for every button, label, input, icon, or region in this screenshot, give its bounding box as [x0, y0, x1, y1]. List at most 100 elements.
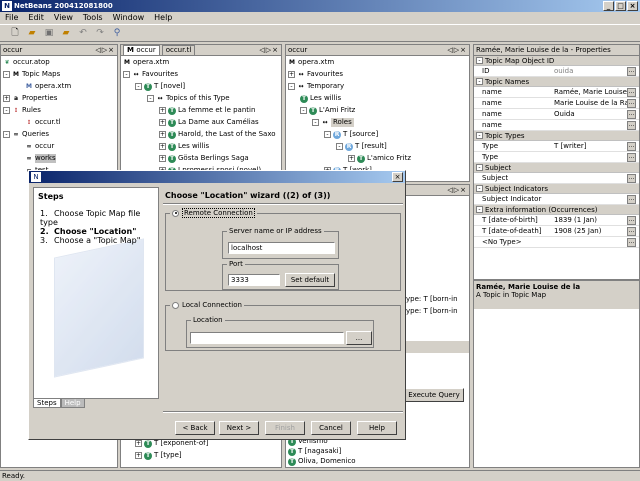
property-row[interactable]: nameRamée, Marie Louise de… [474, 87, 639, 98]
panel-controls-icon[interactable]: ◁▷× [95, 46, 115, 54]
tab-occur[interactable]: M occur [123, 45, 160, 55]
expand-icon[interactable]: + [159, 119, 166, 126]
menu-view[interactable]: View [49, 12, 78, 24]
tree-item[interactable]: ∞ occur [3, 142, 115, 151]
panel-controls-icon[interactable]: ◁▷× [447, 46, 467, 54]
tree-item[interactable]: Mopera.xtm [123, 58, 279, 67]
section-header[interactable]: - Topic Types [474, 131, 639, 141]
help-button[interactable]: Help [357, 421, 397, 435]
port-input[interactable]: 3333 [228, 274, 280, 286]
ellipsis-button[interactable]: … [627, 98, 636, 108]
collapse-icon[interactable]: - [3, 71, 10, 78]
server-input[interactable]: localhost [228, 242, 335, 254]
expand-icon[interactable]: + [3, 95, 10, 102]
tree-item[interactable]: - ⁝ Rules [3, 106, 115, 115]
expand-icon[interactable]: + [159, 131, 166, 138]
save-icon[interactable]: ▣ [42, 26, 56, 40]
tree-item[interactable]: ∞ works [3, 154, 115, 163]
set-default-button[interactable]: Set default [285, 273, 335, 287]
undo-icon[interactable]: ↶ [76, 26, 90, 40]
property-row[interactable]: ID ouida… [474, 66, 639, 77]
ellipsis-button[interactable]: … [627, 173, 636, 183]
tree-item[interactable]: + T La femme et le pantin [123, 106, 279, 115]
collapse-icon[interactable]: - [3, 131, 10, 138]
expand-icon[interactable]: + [135, 452, 142, 459]
collapse-icon[interactable]: - [147, 95, 154, 102]
ellipsis-button[interactable]: … [627, 120, 636, 130]
tree-item[interactable]: - M Topic Maps [3, 70, 115, 79]
close-window-button[interactable]: × [627, 1, 638, 11]
expand-icon[interactable]: + [348, 155, 355, 162]
remote-connection-radio[interactable]: Remote Connection [170, 208, 257, 218]
collapse-icon[interactable]: - [324, 131, 331, 138]
property-row[interactable]: Type T [writer]… [474, 141, 639, 152]
menu-edit[interactable]: Edit [23, 12, 49, 24]
tree-item[interactable]: + T T [exponent-of] [123, 439, 208, 448]
tree-item[interactable]: Mopera.xtm [288, 58, 467, 67]
tree-item[interactable]: T Oliva, Domenico [288, 457, 356, 466]
ellipsis-button[interactable]: … [627, 87, 636, 97]
menu-tools[interactable]: Tools [78, 12, 108, 24]
tree-item[interactable]: -TT [novel] [123, 82, 279, 91]
menu-file[interactable]: File [0, 12, 23, 24]
panel-controls-icon[interactable]: ◁▷× [259, 46, 279, 54]
tree-item[interactable]: + T L'amico Fritz [288, 154, 467, 163]
tree-item[interactable]: + a Properties [3, 94, 115, 103]
collapse-icon[interactable]: - [476, 185, 483, 192]
minimize-button[interactable]: _ [603, 1, 614, 11]
redo-icon[interactable]: ↷ [93, 26, 107, 40]
tree-item[interactable]: + ↔ Favourites [288, 70, 467, 79]
property-row[interactable]: T [date-of-birth] 1839 (1 Jan)… [474, 215, 639, 226]
tab-help[interactable]: Help [60, 399, 85, 408]
tree-item[interactable]: - ↔ Temporary [288, 82, 467, 91]
ellipsis-button[interactable]: … [627, 237, 636, 247]
collapse-icon[interactable]: - [3, 107, 10, 114]
collapse-icon[interactable]: - [123, 71, 130, 78]
wizard-close-button[interactable]: × [392, 172, 403, 182]
collapse-icon[interactable]: - [476, 206, 483, 213]
search-icon[interactable]: ⚲ [110, 26, 124, 40]
menu-window[interactable]: Window [108, 12, 150, 24]
location-input[interactable] [190, 332, 344, 344]
tree-item[interactable]: TT [nagasaki] [288, 447, 356, 456]
section-header[interactable]: - Topic Names [474, 77, 639, 87]
section-header[interactable]: - Extra information (Occurrences) [474, 205, 639, 215]
tree-item[interactable]: -RT [source] [288, 130, 467, 139]
tree-item[interactable]: Mopera.xtm [3, 82, 115, 91]
copy-icon[interactable]: ▰ [59, 26, 73, 40]
collapse-icon[interactable]: - [476, 132, 483, 139]
tree-item[interactable]: + T La Dame aux Camélias [123, 118, 279, 127]
tree-item[interactable]: + T T [type] [123, 451, 208, 460]
expand-icon[interactable]: + [135, 440, 142, 447]
tab-occur-tl[interactable]: occur.tl [161, 45, 196, 55]
tree-item[interactable]: - ↔ Topics of this Type [123, 94, 279, 103]
expand-icon[interactable]: + [159, 155, 166, 162]
property-row[interactable]: nameMarie Louise de la Ramé… [474, 98, 639, 109]
maximize-button[interactable]: □ [615, 1, 626, 11]
property-row[interactable]: name… [474, 120, 639, 131]
expand-icon[interactable]: + [159, 107, 166, 114]
ellipsis-button[interactable]: … [627, 194, 636, 204]
menu-help[interactable]: Help [149, 12, 177, 24]
tree-item[interactable]: ⁝ occur.tl [3, 118, 115, 127]
collapse-icon[interactable]: - [312, 119, 319, 126]
collapse-icon[interactable]: - [135, 83, 142, 90]
collapse-icon[interactable]: - [476, 164, 483, 171]
tree-item[interactable]: ❦ occur.atop [3, 58, 115, 67]
tree-item[interactable]: + T Gösta Berlings Saga [123, 154, 279, 163]
property-row[interactable]: name Ouida… [474, 109, 639, 120]
collapse-icon[interactable]: - [288, 83, 295, 90]
ellipsis-button[interactable]: … [627, 66, 636, 76]
tree-item[interactable]: - ∞ Queries [3, 130, 115, 139]
property-row[interactable]: T [date-of-death] 1908 (25 Jan)… [474, 226, 639, 237]
tab-steps[interactable]: Steps [33, 399, 61, 408]
ellipsis-button[interactable]: … [627, 226, 636, 236]
cancel-button[interactable]: Cancel [311, 421, 351, 435]
property-row[interactable]: Subject Indicator… [474, 194, 639, 205]
collapse-icon[interactable]: - [300, 107, 307, 114]
tab-occur[interactable]: occur [288, 46, 307, 54]
section-header[interactable]: - Subject Indicators [474, 184, 639, 194]
next-button[interactable]: Next > [219, 421, 259, 435]
browse-button[interactable]: ... [346, 331, 372, 345]
tree-item[interactable]: -RT [result] [288, 142, 467, 151]
